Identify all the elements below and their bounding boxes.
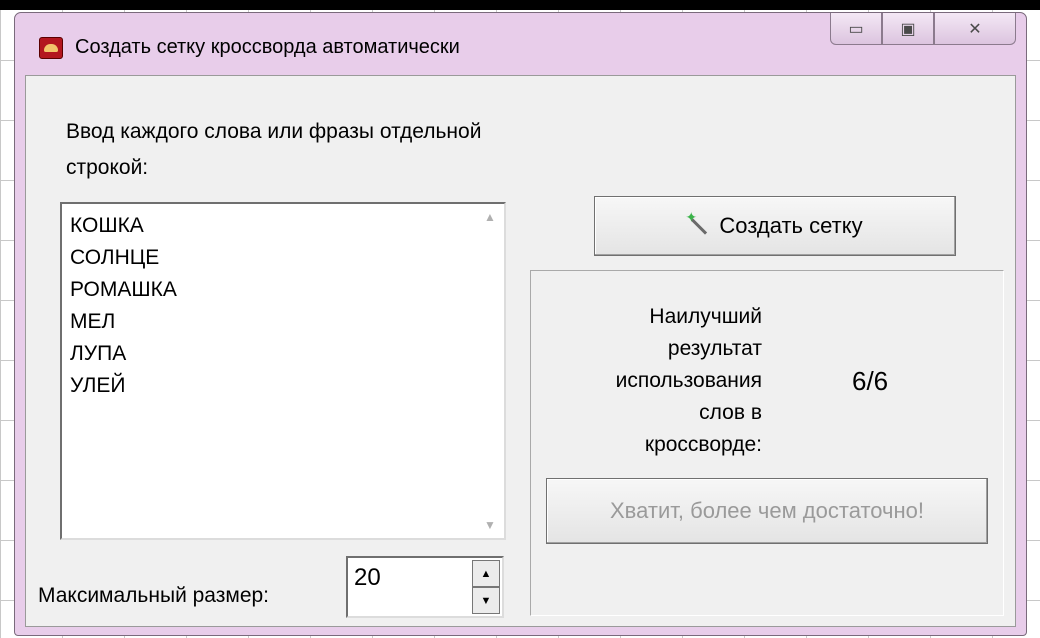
stop-button[interactable]: Хватит, более чем достаточно! <box>546 478 988 544</box>
words-textarea[interactable]: КОШКА СОЛНЦЕ РОМАШКА МЕЛ ЛУПА УЛЕЙ ▲ ▼ <box>60 202 506 540</box>
dialog-client-area: Ввод каждого слова или фразы отдельной с… <box>25 75 1016 627</box>
list-item: УЛЕЙ <box>70 374 126 397</box>
magic-wand-icon <box>685 209 709 237</box>
scroll-down-icon[interactable]: ▼ <box>476 512 504 538</box>
minimize-button[interactable]: ▭ <box>830 13 882 45</box>
title-bar[interactable]: Создать сетку кроссворда автоматически ▭… <box>15 13 1026 75</box>
list-item: РОМАШКА <box>70 278 177 301</box>
app-icon <box>39 37 63 59</box>
screen-edge <box>0 0 1040 10</box>
words-list: КОШКА СОЛНЦЕ РОМАШКА МЕЛ ЛУПА УЛЕЙ <box>70 210 177 402</box>
stop-button-label: Хватит, более чем достаточно! <box>610 498 924 523</box>
list-item: МЕЛ <box>70 310 116 333</box>
minimize-icon: ▭ <box>848 20 864 38</box>
best-result-label: Наилучший результат использования слов в… <box>615 305 762 456</box>
stepper-up-button[interactable]: ▲ <box>472 560 500 587</box>
arrow-up-icon: ▲ <box>480 567 492 580</box>
list-item: КОШКА <box>70 214 144 237</box>
stepper-down-button[interactable]: ▼ <box>472 587 500 614</box>
words-prompt: Ввод каждого слова или фразы отдельной с… <box>66 120 482 179</box>
max-size-stepper[interactable]: 20 ▲ ▼ <box>346 556 504 618</box>
window-title: Создать сетку кроссворда автоматически <box>75 36 460 58</box>
max-size-input[interactable]: 20 <box>354 564 381 592</box>
list-item: СОЛНЦЕ <box>70 246 160 269</box>
close-button[interactable]: ✕ <box>934 13 1016 45</box>
vertical-scrollbar[interactable]: ▲ ▼ <box>476 204 504 538</box>
arrow-down-icon: ▼ <box>480 594 492 607</box>
scroll-up-icon[interactable]: ▲ <box>476 204 504 230</box>
window-controls: ▭ ▣ ✕ <box>830 13 1016 45</box>
max-size-label: Максимальный размер: <box>38 584 270 607</box>
maximize-icon: ▣ <box>900 20 916 38</box>
create-grid-label: Создать сетку <box>719 213 863 238</box>
best-result-value: 6/6 <box>852 366 889 396</box>
dialog-window: Создать сетку кроссворда автоматически ▭… <box>14 12 1027 636</box>
list-item: ЛУПА <box>70 342 127 365</box>
create-grid-button[interactable]: Создать сетку <box>594 196 956 256</box>
stepper-buttons: ▲ ▼ <box>472 560 500 614</box>
maximize-button[interactable]: ▣ <box>882 13 934 45</box>
close-icon: ✕ <box>968 20 982 38</box>
